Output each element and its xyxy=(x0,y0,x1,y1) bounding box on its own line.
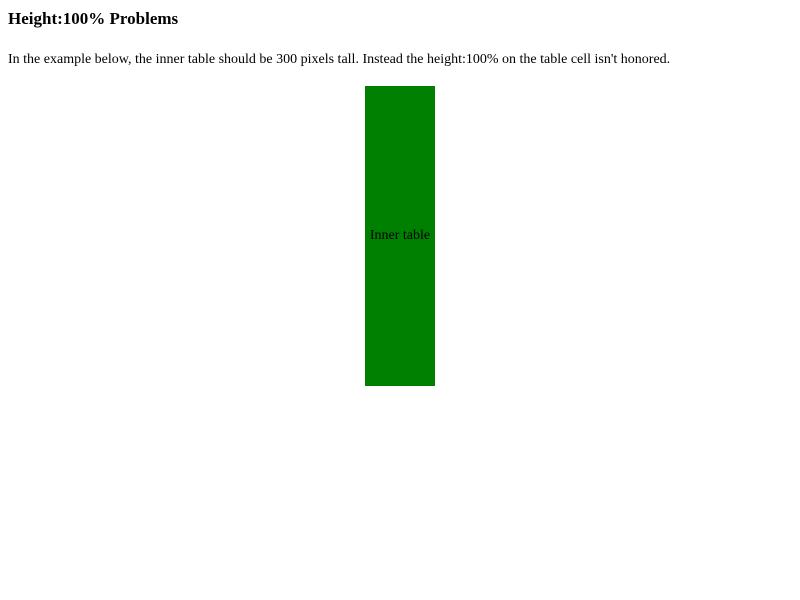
page-title: Height:100% Problems xyxy=(8,9,179,28)
intro-text: In the example below, the inner table sh… xyxy=(8,52,671,67)
inner-table: Inner table xyxy=(365,86,435,386)
inner-table-label: Inner table xyxy=(369,228,431,243)
page: Height:100% Problems In the example belo… xyxy=(0,0,800,600)
